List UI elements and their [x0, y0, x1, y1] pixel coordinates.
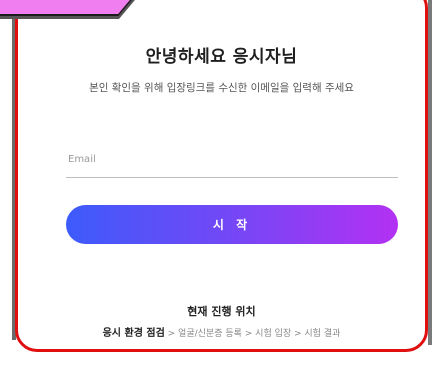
email-field[interactable]: [66, 150, 398, 178]
page: 안녕하세요 응시자님 본인 확인을 위해 입장링크를 수신한 이메일을 입력해 …: [0, 0, 443, 368]
progress-title: 현재 진행 위치: [187, 305, 256, 318]
email-placeholder: Email: [68, 154, 96, 165]
page-title: 안녕하세요 응시자님: [145, 47, 298, 67]
progress-steps: 응시 환경 점검 > 얼굴/신분증 등록 > 시험 입장 > 시험 결과: [0, 324, 443, 339]
start-button[interactable]: 시 작: [66, 205, 398, 244]
remaining-steps: > 얼굴/신분증 등록 > 시험 입장 > 시험 결과: [164, 329, 341, 339]
instruction-text: 본인 확인을 위해 입장링크를 수신한 이메일을 입력해 주세요: [89, 82, 354, 94]
current-step: 응시 환경 점검: [102, 328, 165, 339]
